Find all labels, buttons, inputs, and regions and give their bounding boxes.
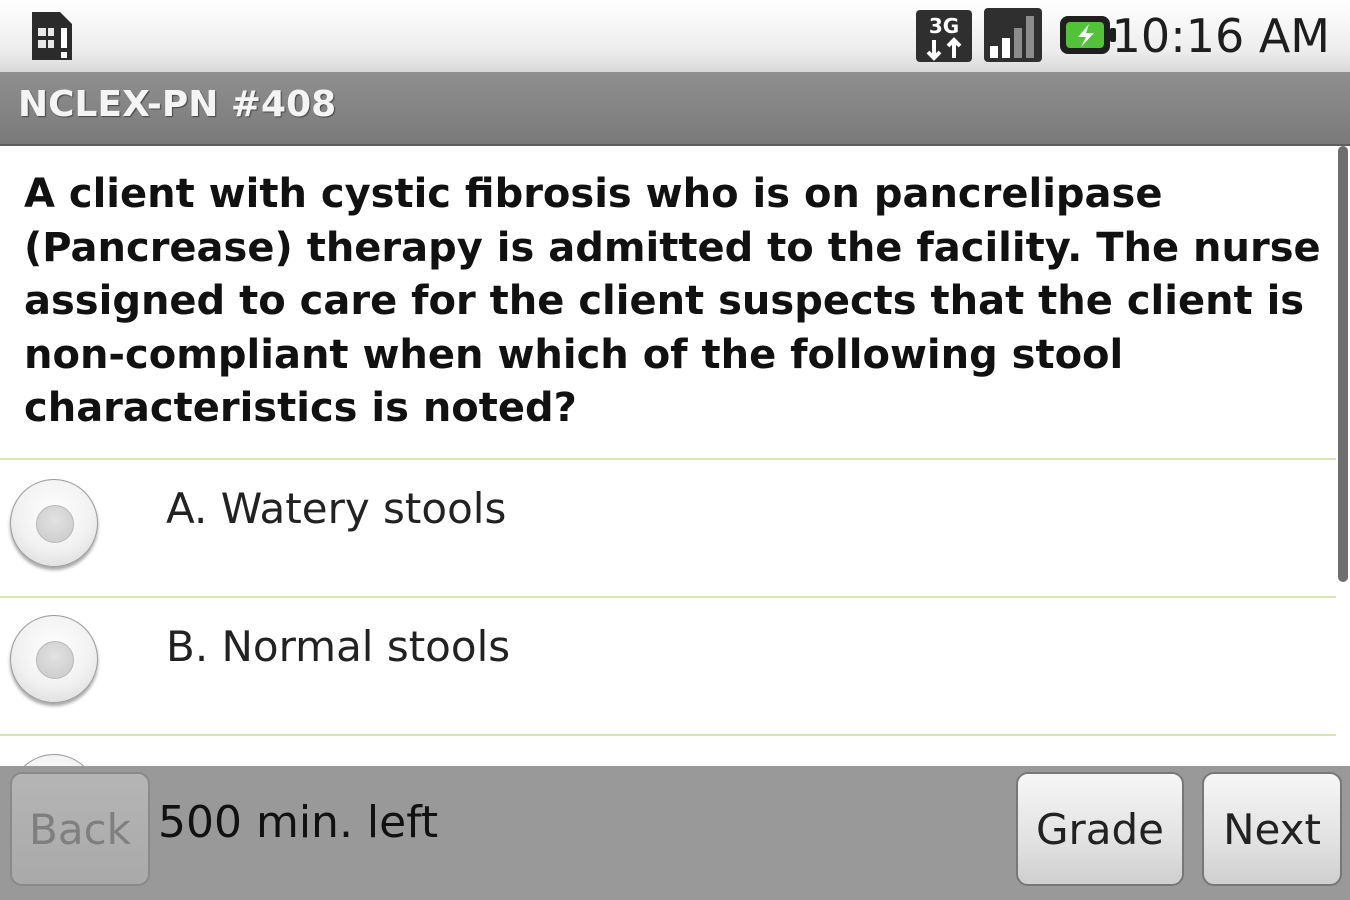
next-button[interactable]: Next — [1202, 772, 1342, 886]
bottom-bar: Back 500 min. left Grade Next — [0, 766, 1350, 900]
signal-strength-icon — [984, 8, 1042, 62]
grade-button[interactable]: Grade — [1016, 772, 1184, 886]
clock: 10:16 AM — [1111, 9, 1330, 63]
time-remaining: 500 min. left — [158, 797, 439, 848]
option-c-partial[interactable] — [0, 736, 1336, 766]
option-c-radio[interactable] — [10, 754, 98, 766]
option-b[interactable]: B. Normal stools — [0, 598, 1336, 732]
page-title: NCLEX-PN #408 — [18, 84, 337, 125]
3g-data-icon: 3G — [916, 10, 972, 62]
radio-dot-icon — [36, 641, 74, 679]
option-b-radio[interactable] — [10, 615, 98, 703]
radio-dot-icon — [36, 505, 74, 543]
option-a[interactable]: A. Watery stools — [0, 460, 1336, 594]
option-a-radio[interactable] — [10, 479, 98, 567]
question-text: A client with cystic fibrosis who is on … — [24, 171, 1321, 431]
option-a-label: A. Watery stools — [166, 484, 507, 533]
title-bar: NCLEX-PN #408 — [0, 72, 1350, 146]
option-b-label: B. Normal stools — [166, 622, 511, 671]
question-scroll-area[interactable]: A client with cystic fibrosis who is on … — [0, 146, 1350, 766]
status-bar: 3G 10:16 AM — [0, 0, 1350, 72]
back-button[interactable]: Back — [10, 772, 150, 886]
sim-notification-icon — [32, 12, 72, 60]
3g-label: 3G — [929, 14, 959, 38]
battery-charging-icon — [1060, 16, 1116, 54]
scrollbar[interactable] — [1338, 146, 1348, 582]
